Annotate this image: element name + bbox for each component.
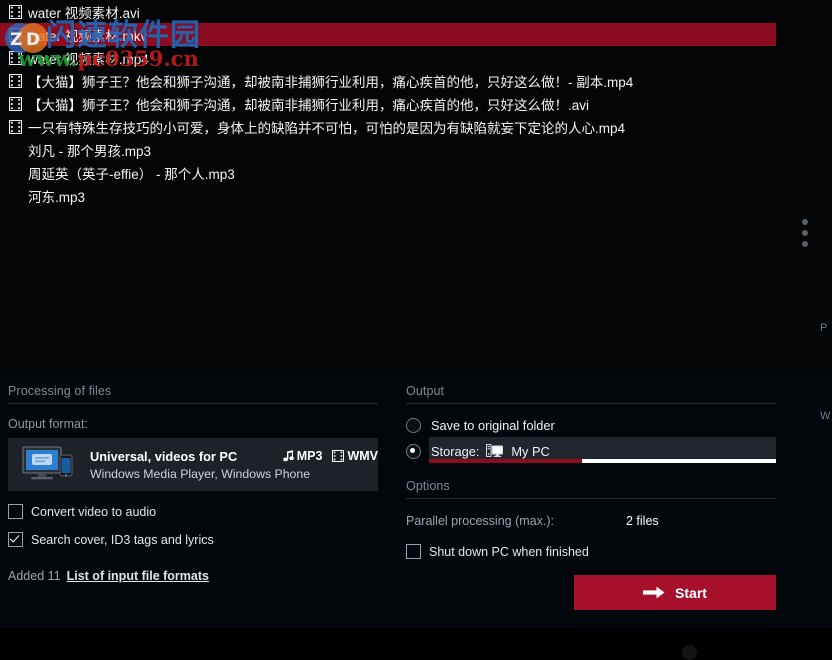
film-strip-icon-slot xyxy=(6,119,24,135)
input-formats-link[interactable]: List of input file formats xyxy=(67,569,209,583)
file-name: 【大猫】狮子王？他会和狮子沟通，却被南非捕狮行业利用，痛心疾首的他，只好这么做！… xyxy=(28,97,590,113)
monitor-and-phone-icon xyxy=(22,446,73,479)
processing-panel-title: Processing of files xyxy=(8,384,112,398)
storage-capacity-bar xyxy=(429,459,776,463)
file-name: water 视频素材.mp4 xyxy=(28,51,149,67)
file-list-row[interactable]: 一只有特殊生存技巧的小可爱，身体上的缺陷并不可怕，可怕的是因为有缺陷就妄下定论的… xyxy=(0,115,832,138)
my-pc-icon xyxy=(486,444,504,457)
file-name: water 视频素材.mkv xyxy=(28,28,148,44)
search-cover-row[interactable]: Search cover, ID3 tags and lyrics xyxy=(8,532,378,547)
file-icon-empty xyxy=(6,188,24,204)
output-format-name: Universal, videos for PC xyxy=(90,448,238,464)
film-strip-icon xyxy=(8,73,22,88)
badge-wmv-label: WMV xyxy=(347,449,378,463)
film-strip-icon xyxy=(8,119,22,134)
options-panel-title: Options xyxy=(406,479,450,493)
status-globe-icon xyxy=(682,645,697,660)
storage-row[interactable]: Storage: My PC xyxy=(406,437,776,463)
file-name: water 视频素材.avi xyxy=(28,5,140,21)
music-note-icon xyxy=(282,450,294,462)
file-list-row[interactable]: 刘凡 - 那个男孩.mp3 xyxy=(0,138,832,161)
output-format-card[interactable]: Universal, videos for PC MP3 WMV Windows… xyxy=(8,438,378,491)
file-name: 河东.mp3 xyxy=(28,189,86,205)
convert-video-to-audio-label: Convert video to audio xyxy=(31,504,157,519)
file-list-row[interactable]: 周延英（英子-effie） - 那个人.mp3 xyxy=(0,161,832,184)
parallel-processing-row[interactable]: Parallel processing (max.): 2 files xyxy=(406,514,776,528)
save-to-original-folder-radio[interactable] xyxy=(406,418,421,433)
file-list-row[interactable]: water 视频素材.mkv xyxy=(0,23,832,46)
file-name: 一只有特殊生存技巧的小可爱，身体上的缺陷并不可怕，可怕的是因为有缺陷就妄下定论的… xyxy=(28,120,626,136)
film-strip-icon xyxy=(8,27,22,42)
parallel-processing-label: Parallel processing (max.): xyxy=(406,514,554,528)
added-files-row: Added 11 List of input file formats xyxy=(8,569,378,583)
added-files-count: Added 11 xyxy=(8,569,61,583)
output-panel-title: Output xyxy=(406,384,445,398)
handle-dot-icon xyxy=(802,230,808,236)
file-name: 【大猫】狮子王？他会和狮子沟通，却被南非捕狮行业利用，痛心疾首的他，只好这么做！… xyxy=(28,74,634,90)
file-list-row[interactable]: 【大猫】狮子王？他会和狮子沟通，却被南非捕狮行业利用，痛心疾首的他，只好这么做！… xyxy=(0,69,832,92)
storage-radio[interactable] xyxy=(406,443,421,459)
storage-value: My PC xyxy=(511,443,550,459)
edge-text-fragment-1: P xyxy=(820,322,828,334)
film-strip-icon-slot xyxy=(6,4,24,20)
film-strip-icon xyxy=(8,96,22,111)
storage-label: Storage: xyxy=(431,443,480,459)
file-list-row[interactable]: 【大猫】狮子王？他会和狮子沟通，却被南非捕狮行业利用，痛心疾首的他，只好这么做！… xyxy=(0,92,832,115)
start-button-label: Start xyxy=(675,584,707,601)
start-button[interactable]: Start xyxy=(574,575,776,610)
panel-drag-handle[interactable] xyxy=(802,219,810,252)
handle-dot-icon xyxy=(802,241,808,247)
window-bottom-strip xyxy=(0,628,832,656)
file-icon-empty xyxy=(6,165,24,181)
film-strip-icon xyxy=(8,4,22,19)
output-format-subtitle: Windows Media Player, Windows Phone xyxy=(90,466,311,481)
search-cover-label: Search cover, ID3 tags and lyrics xyxy=(31,532,214,547)
shutdown-pc-row[interactable]: Shut down PC when finished xyxy=(406,544,776,559)
storage-capacity-used xyxy=(429,459,582,463)
file-name: 周延英（英子-effie） - 那个人.mp3 xyxy=(28,166,235,182)
storage-row-highlight xyxy=(429,437,776,461)
divider xyxy=(406,403,776,404)
file-list-row[interactable]: water 视频素材.mp4 xyxy=(0,46,832,69)
output-panel: Output Save to original folder Storage: … xyxy=(406,384,776,610)
output-format-text: Universal, videos for PC MP3 WMV Windows… xyxy=(90,449,378,481)
badge-mp3-label: MP3 xyxy=(296,449,323,463)
file-list-row[interactable]: 河东.mp3 xyxy=(0,184,832,207)
bottom-settings-area: Processing of files Output format: Unive… xyxy=(0,370,832,628)
output-format-label: Output format: xyxy=(8,417,88,431)
search-cover-checkbox[interactable] xyxy=(8,532,23,547)
processing-panel: Processing of files Output format: Unive… xyxy=(8,384,378,583)
convert-video-to-audio-checkbox[interactable] xyxy=(8,504,23,519)
badge-mp3: MP3 xyxy=(282,449,323,463)
handle-dot-icon xyxy=(802,219,808,225)
film-strip-icon-slot xyxy=(6,96,24,112)
shutdown-pc-label: Shut down PC when finished xyxy=(429,544,589,559)
file-list[interactable]: water 视频素材.avi water 视频素材.mkv water 视频素材.m… xyxy=(0,0,832,370)
arrow-right-icon xyxy=(643,586,665,599)
save-to-original-folder-row[interactable]: Save to original folder xyxy=(406,416,776,435)
edge-text-fragment-2: W xyxy=(820,410,831,422)
output-format-row-top: Universal, videos for PC MP3 WMV xyxy=(90,449,378,464)
offscreen-panel-edge: P W xyxy=(818,170,832,500)
film-strip-icon-slot xyxy=(6,50,24,66)
film-strip-icon-slot xyxy=(6,73,24,89)
badge-wmv: WMV xyxy=(332,449,378,463)
parallel-processing-value[interactable]: 2 files xyxy=(626,514,776,528)
film-strip-icon xyxy=(8,50,22,65)
film-strip-icon-slot xyxy=(6,27,24,43)
file-list-row[interactable]: water 视频素材.avi xyxy=(0,0,832,23)
convert-video-to-audio-row[interactable]: Convert video to audio xyxy=(8,504,378,519)
file-icon-empty xyxy=(6,142,24,158)
output-format-thumbnail xyxy=(22,445,78,485)
film-strip-icon xyxy=(332,450,345,462)
file-name: 刘凡 - 那个男孩.mp3 xyxy=(28,143,152,159)
divider xyxy=(8,403,378,404)
save-to-original-folder-label: Save to original folder xyxy=(431,418,555,433)
divider xyxy=(406,498,776,499)
shutdown-pc-checkbox[interactable] xyxy=(406,544,421,559)
